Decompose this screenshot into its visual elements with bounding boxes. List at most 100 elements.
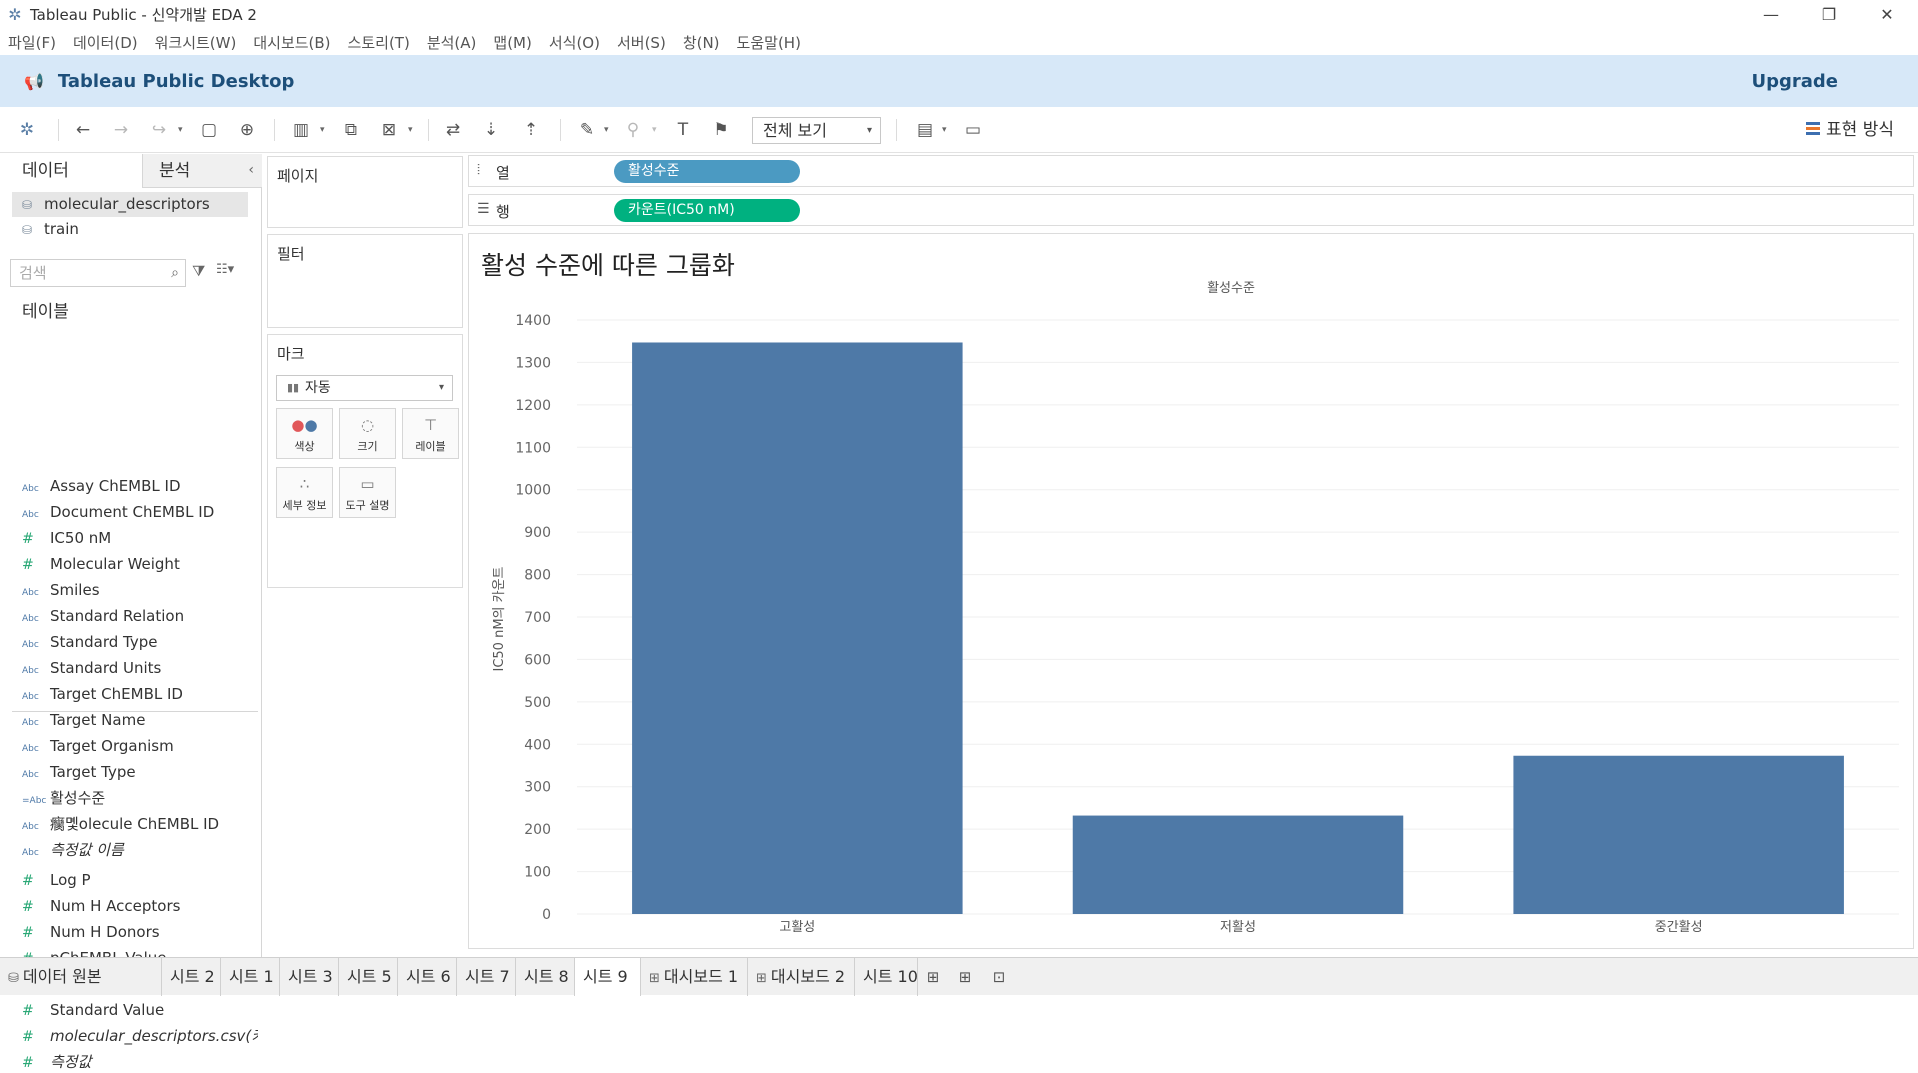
- sheet-tab[interactable]: ⊞ 대시보드 2: [748, 958, 855, 996]
- field-item[interactable]: # 측정값: [22, 1051, 258, 1073]
- highlight-caret-icon[interactable]: ▾: [604, 117, 609, 143]
- collapse-pane-icon[interactable]: ‹: [248, 162, 254, 178]
- field-item[interactable]: Abc 癵몣olecule ChEMBL ID: [22, 813, 258, 835]
- view-size-select[interactable]: 전체 보기 ▾: [752, 117, 881, 144]
- replay-icon[interactable]: ↪: [146, 117, 172, 143]
- new-dashboard-icon[interactable]: ⊞: [950, 958, 980, 996]
- menu-analysis[interactable]: 분석(A): [427, 32, 477, 53]
- replay-caret-icon[interactable]: ▾: [178, 117, 183, 143]
- field-item[interactable]: Abc Standard Type: [22, 631, 258, 653]
- sheet-tab[interactable]: 시트 9: [575, 958, 641, 996]
- mark-type-select[interactable]: ▮▮ 자동 ▾: [276, 375, 453, 401]
- bar[interactable]: [1513, 755, 1844, 914]
- field-item[interactable]: Abc Target Name: [22, 709, 258, 731]
- swap-rows-columns-icon[interactable]: ⇄: [440, 117, 466, 143]
- field-item[interactable]: Abc Target Type: [22, 761, 258, 783]
- field-item[interactable]: Abc Document ChEMBL ID: [22, 501, 258, 523]
- field-item[interactable]: Abc Target Organism: [22, 735, 258, 757]
- field-item[interactable]: =Abc 활성수준: [22, 787, 258, 809]
- bar[interactable]: [632, 342, 963, 914]
- group-caret-icon[interactable]: ▾: [652, 117, 657, 143]
- show-cards-icon[interactable]: ▤: [912, 117, 938, 143]
- filters-card[interactable]: 필터: [267, 234, 463, 328]
- field-item[interactable]: # Num H Acceptors: [22, 895, 258, 917]
- show-mark-labels-icon[interactable]: T: [670, 117, 696, 143]
- field-item[interactable]: # Num H Donors: [22, 921, 258, 943]
- field-item[interactable]: Abc 측정값 이름: [22, 839, 258, 861]
- show-cards-caret-icon[interactable]: ▾: [942, 117, 947, 143]
- new-data-source-icon[interactable]: ⊕: [234, 117, 260, 143]
- field-item[interactable]: Abc Standard Relation: [22, 605, 258, 627]
- detail-button[interactable]: ∴ 세부 정보: [276, 467, 333, 518]
- duplicate-sheet-icon[interactable]: ⧉: [338, 117, 364, 143]
- menu-story[interactable]: 스토리(T): [348, 32, 410, 53]
- sheet-tab[interactable]: 시트 1: [221, 958, 280, 996]
- menu-file[interactable]: 파일(F): [8, 32, 56, 53]
- sort-ascending-icon[interactable]: ⇣: [478, 117, 504, 143]
- clear-sheet-icon[interactable]: ⊠: [376, 117, 402, 143]
- menu-format[interactable]: 서식(O): [549, 32, 600, 53]
- field-item[interactable]: # Molecular Weight: [22, 553, 258, 575]
- sheet-tab[interactable]: 시트 8: [516, 958, 575, 996]
- field-item[interactable]: Abc Standard Units: [22, 657, 258, 679]
- search-input[interactable]: 검색 ⌕: [10, 259, 186, 287]
- field-item[interactable]: Abc Smiles: [22, 579, 258, 601]
- field-item[interactable]: # IC50 nM: [22, 527, 258, 549]
- field-item[interactable]: # Log P: [22, 869, 258, 891]
- field-item[interactable]: # Standard Value: [22, 999, 258, 1021]
- bar[interactable]: [1072, 815, 1404, 914]
- new-worksheet-icon[interactable]: ⊞: [918, 958, 948, 996]
- sheet-tab[interactable]: 시트 10: [855, 958, 918, 996]
- tab-data[interactable]: 데이터: [0, 154, 143, 188]
- sheet-tab[interactable]: 시트 3: [280, 958, 339, 996]
- group-members-icon[interactable]: ⚲: [620, 117, 646, 143]
- undo-icon[interactable]: ←: [70, 117, 96, 143]
- pages-card[interactable]: 페이지: [267, 156, 463, 228]
- label-button[interactable]: ⊤ 레이블: [402, 408, 459, 459]
- rows-shelf[interactable]: ☰ 행 카운트(IC50 nM): [468, 194, 1914, 226]
- sheet-tab[interactable]: ⊞ 대시보드 1: [641, 958, 748, 996]
- color-button[interactable]: ●● 색상: [276, 408, 333, 459]
- minimize-button[interactable]: —: [1742, 0, 1800, 29]
- columns-shelf[interactable]: ⦙ 열 활성수준: [468, 155, 1914, 187]
- menu-server[interactable]: 서버(S): [617, 32, 666, 53]
- data-source-item[interactable]: ⛁ train: [12, 217, 248, 242]
- data-source-item[interactable]: ⛁ molecular_descriptors: [12, 192, 248, 217]
- rows-pill[interactable]: 카운트(IC50 nM): [614, 199, 800, 222]
- fix-axes-icon[interactable]: ⚑: [708, 117, 734, 143]
- filter-icon[interactable]: ⧩: [192, 262, 205, 280]
- tab-analysis[interactable]: 분석: [143, 154, 262, 188]
- save-icon[interactable]: ▢: [196, 117, 222, 143]
- menu-worksheet[interactable]: 워크시트(W): [155, 32, 237, 53]
- restore-button[interactable]: ❐: [1800, 0, 1858, 29]
- tableau-home-icon[interactable]: ✲: [14, 117, 40, 143]
- sort-descending-icon[interactable]: ⇡: [518, 117, 544, 143]
- presentation-mode-icon[interactable]: ▭: [960, 117, 986, 143]
- upgrade-link[interactable]: Upgrade: [1751, 71, 1838, 92]
- menu-help[interactable]: 도움말(H): [737, 32, 801, 53]
- show-me-button[interactable]: 표현 방식: [1806, 117, 1894, 143]
- tooltip-button[interactable]: ▭ 도구 설명: [339, 467, 396, 518]
- sheet-tab[interactable]: 시트 6: [398, 958, 457, 996]
- sheet-tab[interactable]: 시트 2: [162, 958, 221, 996]
- menu-window[interactable]: 창(N): [683, 32, 720, 53]
- sheet-tab[interactable]: 시트 5: [339, 958, 398, 996]
- close-button[interactable]: ✕: [1858, 0, 1916, 29]
- redo-icon[interactable]: →: [108, 117, 134, 143]
- highlight-icon[interactable]: ✎: [574, 117, 600, 143]
- new-story-icon[interactable]: ⊡: [984, 958, 1014, 996]
- columns-pill[interactable]: 활성수준: [614, 160, 800, 183]
- sheet-tab[interactable]: 시트 7: [457, 958, 516, 996]
- menu-map[interactable]: 맵(M): [493, 32, 531, 53]
- field-item[interactable]: # molecular_descriptors.csv(카...: [22, 1025, 258, 1047]
- data-source-tab[interactable]: ⛁ 데이터 원본: [0, 958, 162, 996]
- new-worksheet-caret-icon[interactable]: ▾: [320, 117, 325, 143]
- new-worksheet-icon[interactable]: ▥: [288, 117, 314, 143]
- field-item[interactable]: Abc Assay ChEMBL ID: [22, 475, 258, 497]
- clear-sheet-caret-icon[interactable]: ▾: [408, 117, 413, 143]
- field-item[interactable]: Abc Target ChEMBL ID: [22, 683, 258, 705]
- menu-dashboard[interactable]: 대시보드(B): [253, 32, 330, 53]
- view-options-icon[interactable]: ☷▾: [216, 262, 234, 277]
- menu-data[interactable]: 데이터(D): [73, 32, 138, 53]
- size-button[interactable]: ◌ 크기: [339, 408, 396, 459]
